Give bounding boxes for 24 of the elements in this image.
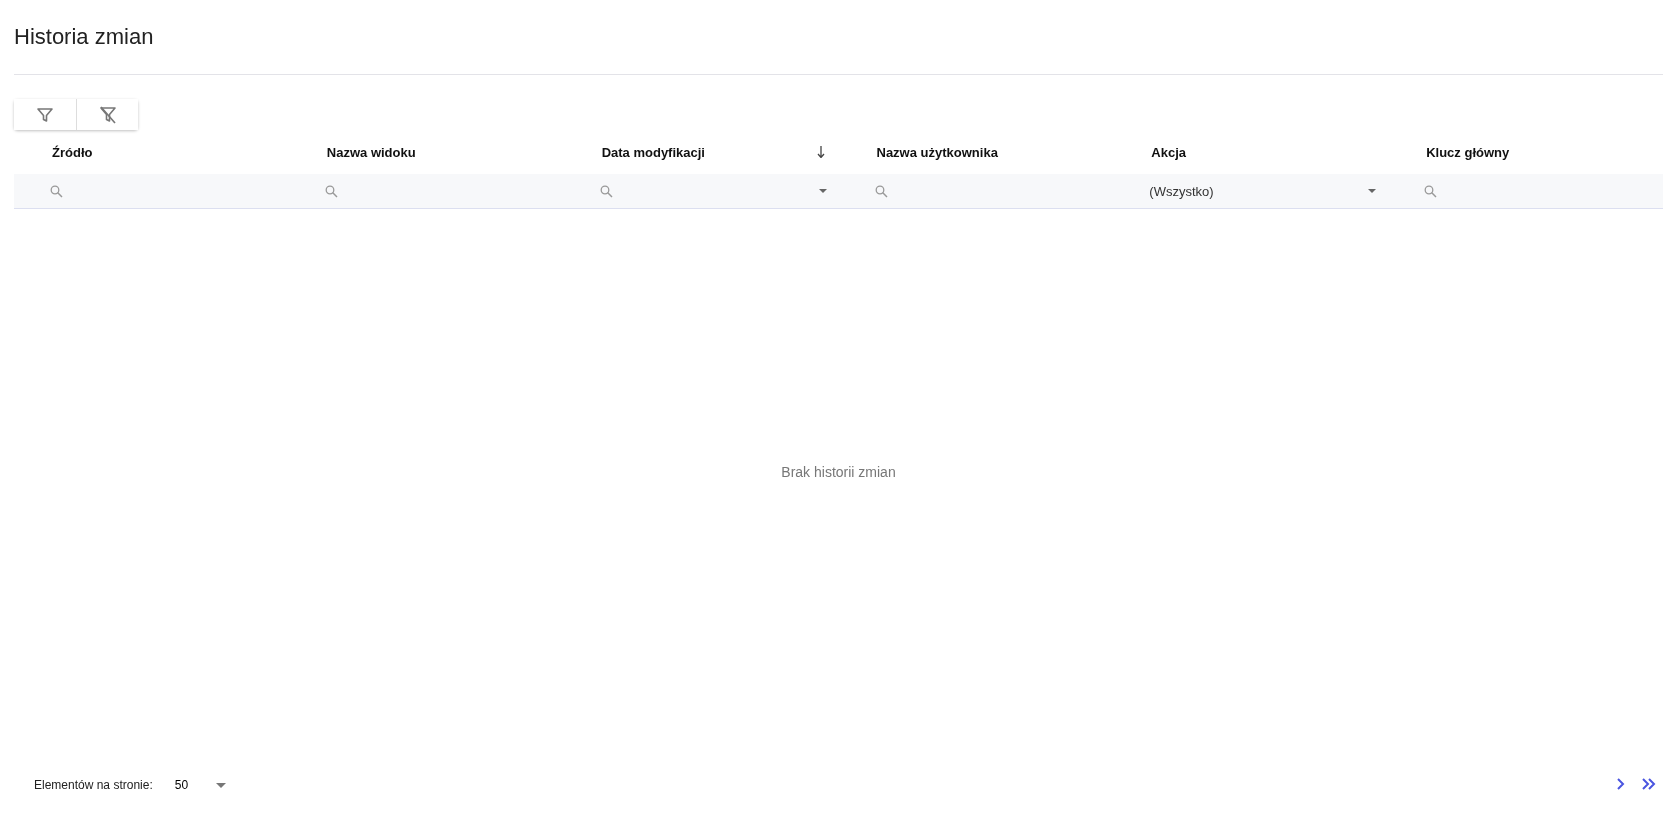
filter-icon	[37, 106, 53, 123]
search-icon	[1424, 184, 1438, 198]
search-icon	[874, 184, 888, 198]
clear-filter-icon	[98, 105, 117, 124]
caret-icon[interactable]	[1368, 189, 1377, 193]
page-size-dropdown[interactable]: 50	[174, 778, 227, 792]
column-header[interactable]: Źródło	[52, 144, 93, 160]
caret-icon	[216, 782, 227, 788]
column-header[interactable]: Nazwa użytkownika	[876, 144, 998, 160]
column-header[interactable]: Data modyfikacji	[601, 144, 705, 160]
column-header[interactable]: Akcja	[1151, 144, 1187, 160]
caret-icon[interactable]	[818, 189, 827, 193]
filter-button[interactable]	[14, 99, 76, 130]
search-icon	[324, 184, 338, 198]
search-icon	[599, 184, 613, 198]
page-title: Historia zmian	[14, 0, 1663, 75]
column-header[interactable]: Klucz główny	[1426, 144, 1510, 160]
sort-down-icon[interactable]	[816, 146, 825, 158]
search-icon	[50, 184, 63, 198]
empty-message: Brak historii zmian	[781, 464, 896, 480]
column-header[interactable]: Nazwa widoku	[326, 144, 416, 160]
page-size-label: Elementów na stronie:	[34, 778, 153, 792]
clear-filter-button[interactable]	[76, 99, 138, 130]
action-filter-dropdown[interactable]: (Wszystko)	[1113, 174, 1385, 208]
